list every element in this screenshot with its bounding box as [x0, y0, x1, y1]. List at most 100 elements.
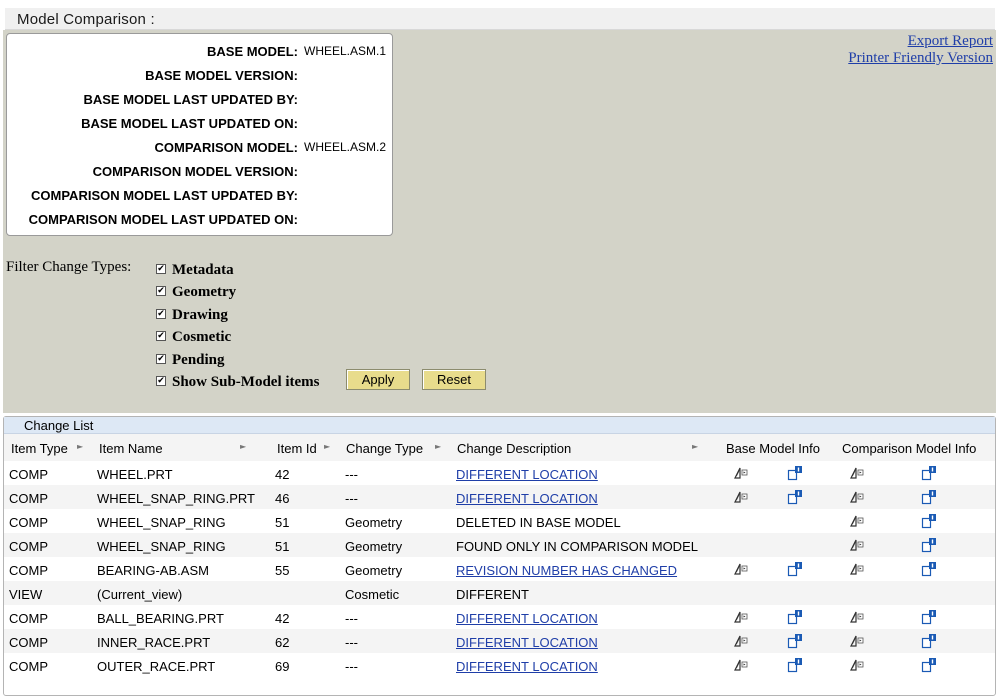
column-header-change-description[interactable]: Change Description [457, 441, 571, 456]
model-info-icon[interactable] [921, 609, 937, 625]
table-row[interactable]: COMP WHEEL_SNAP_RING.PRT 46 --- DIFFERENT LO… [4, 485, 995, 509]
cell-item-id: 42 [275, 611, 290, 626]
model-view-icon[interactable] [849, 489, 865, 505]
model-view-icon[interactable] [733, 489, 749, 505]
table-row[interactable]: COMP OUTER_RACE.PRT 69 --- DIFFERENT LOCATIO… [4, 653, 995, 677]
column-header-item-type[interactable]: Item Type [11, 441, 68, 456]
cell-item-id: 69 [275, 659, 290, 674]
change-list-title: Change List [24, 418, 94, 433]
model-view-icon[interactable] [733, 633, 749, 649]
model-view-icon[interactable] [849, 657, 865, 673]
export-report-link[interactable]: Export Report [848, 33, 993, 50]
model-info-label: BASE MODEL VERSION: [145, 68, 298, 83]
model-info-box: BASE MODEL: WHEEL.ASM.1 BASE MODEL VERSION… [6, 33, 393, 236]
cell-change-type: --- [345, 659, 358, 674]
column-header-change-type[interactable]: Change Type [346, 441, 423, 456]
printer-friendly-link[interactable]: Printer Friendly Version [848, 50, 993, 67]
change-description-link[interactable]: DIFFERENT LOCATION [456, 659, 598, 674]
model-info-icon[interactable] [787, 609, 803, 625]
model-view-icon[interactable] [849, 633, 865, 649]
table-row[interactable]: VIEW (Current_view) Cosmetic DIFFERENT [4, 581, 995, 605]
model-info-icon[interactable] [787, 657, 803, 673]
change-description-link[interactable]: REVISION NUMBER HAS CHANGED [456, 563, 677, 578]
table-row[interactable]: COMP INNER_RACE.PRT 62 --- DIFFERENT LOCATIO… [4, 629, 995, 653]
sort-arrow-icon[interactable]: ► [435, 442, 441, 451]
model-info-value: WHEEL.ASM.2 [304, 140, 387, 154]
model-view-icon[interactable] [849, 561, 865, 577]
model-info-icon[interactable] [921, 513, 937, 529]
cell-item-type: COMP [9, 539, 48, 554]
model-info-icon[interactable] [787, 489, 803, 505]
column-header-item-id[interactable]: Item Id [277, 441, 317, 456]
model-info-icon[interactable] [921, 465, 937, 481]
model-view-icon[interactable] [733, 561, 749, 577]
model-view-icon[interactable] [733, 609, 749, 625]
model-info-icon[interactable] [921, 633, 937, 649]
filter-checkbox[interactable]: ✔ [156, 330, 166, 341]
model-view-icon[interactable] [849, 537, 865, 553]
sort-arrow-icon[interactable]: ► [240, 442, 246, 451]
table-row[interactable]: COMP WHEEL_SNAP_RING 51 Geometry FOUND ONLY … [4, 533, 995, 557]
filter-checkbox[interactable]: ✔ [156, 285, 166, 296]
model-info-icon[interactable] [921, 489, 937, 505]
cell-change-description: DIFFERENT [456, 587, 529, 602]
sort-arrow-icon[interactable]: ► [324, 442, 330, 451]
reset-button[interactable]: Reset [422, 369, 486, 390]
table-row[interactable]: COMP WHEEL.PRT 42 --- DIFFERENT LOCATION [4, 461, 995, 485]
cell-change-type: Geometry [345, 539, 403, 554]
cell-change-description: REVISION NUMBER HAS CHANGED [456, 563, 677, 578]
filter-option[interactable]: ✔ Cosmetic [156, 329, 231, 349]
model-info-label: COMPARISON MODEL VERSION: [92, 164, 298, 179]
cell-item-name: BALL_BEARING.PRT [97, 611, 224, 626]
apply-button[interactable]: Apply [346, 369, 410, 390]
model-info-icon[interactable] [787, 561, 803, 577]
sort-arrow-icon[interactable]: ► [692, 442, 698, 451]
filter-checkbox[interactable]: ✔ [156, 308, 166, 319]
model-info-icon[interactable] [787, 633, 803, 649]
cell-item-id: 42 [275, 467, 290, 482]
cell-change-description: DIFFERENT LOCATION [456, 635, 598, 650]
cell-item-id: 46 [275, 491, 290, 506]
table-row[interactable]: COMP BALL_BEARING.PRT 42 --- DIFFERENT LOCAT… [4, 605, 995, 629]
cell-item-type: COMP [9, 491, 48, 506]
filter-option[interactable]: ✔ Geometry [156, 284, 236, 304]
table-row[interactable]: COMP WHEEL_SNAP_RING 51 Geometry DELETED IN … [4, 509, 995, 533]
cell-item-type: COMP [9, 635, 48, 650]
model-info-icon[interactable] [787, 465, 803, 481]
model-view-icon[interactable] [849, 465, 865, 481]
model-view-icon[interactable] [849, 513, 865, 529]
filter-checkbox[interactable]: ✔ [156, 375, 166, 386]
model-info-icon[interactable] [921, 537, 937, 553]
filter-option[interactable]: ✔ Pending [156, 352, 225, 372]
cell-change-type: --- [345, 635, 358, 650]
cell-change-description: DIFFERENT LOCATION [456, 491, 598, 506]
cell-change-description: FOUND ONLY IN COMPARISON MODEL [456, 539, 698, 554]
column-header-item-name[interactable]: Item Name [99, 441, 163, 456]
cell-change-type: --- [345, 467, 358, 482]
change-description-link[interactable]: DIFFERENT LOCATION [456, 611, 598, 626]
filter-option[interactable]: ✔ Metadata [156, 262, 234, 282]
filter-checkbox[interactable]: ✔ [156, 353, 166, 364]
model-info-label: COMPARISON MODEL LAST UPDATED BY: [31, 188, 298, 203]
filter-option[interactable]: ✔ Drawing [156, 307, 228, 327]
sort-arrow-icon[interactable]: ► [77, 442, 83, 451]
model-view-icon[interactable] [849, 609, 865, 625]
change-description-link[interactable]: DIFFERENT LOCATION [456, 491, 598, 506]
filter-option[interactable]: ✔ Show Sub-Model items [156, 374, 320, 394]
model-view-icon[interactable] [733, 657, 749, 673]
cell-item-type: COMP [9, 515, 48, 530]
cell-item-type: VIEW [9, 587, 43, 602]
model-info-icon[interactable] [921, 561, 937, 577]
cell-item-type: COMP [9, 659, 48, 674]
filter-option-label: Drawing [172, 307, 228, 323]
model-info-icon[interactable] [921, 657, 937, 673]
change-description-link[interactable]: DIFFERENT LOCATION [456, 467, 598, 482]
table-row[interactable]: COMP BEARING-AB.ASM 55 Geometry REVISION NUM… [4, 557, 995, 581]
change-description-link[interactable]: DIFFERENT LOCATION [456, 635, 598, 650]
model-view-icon[interactable] [733, 465, 749, 481]
filter-checkbox[interactable]: ✔ [156, 263, 166, 274]
cell-item-type: COMP [9, 611, 48, 626]
model-info-row: BASE MODEL LAST UPDATED ON: [7, 116, 394, 136]
model-info-row: BASE MODEL: WHEEL.ASM.1 [7, 44, 394, 64]
cell-item-name: INNER_RACE.PRT [97, 635, 211, 650]
